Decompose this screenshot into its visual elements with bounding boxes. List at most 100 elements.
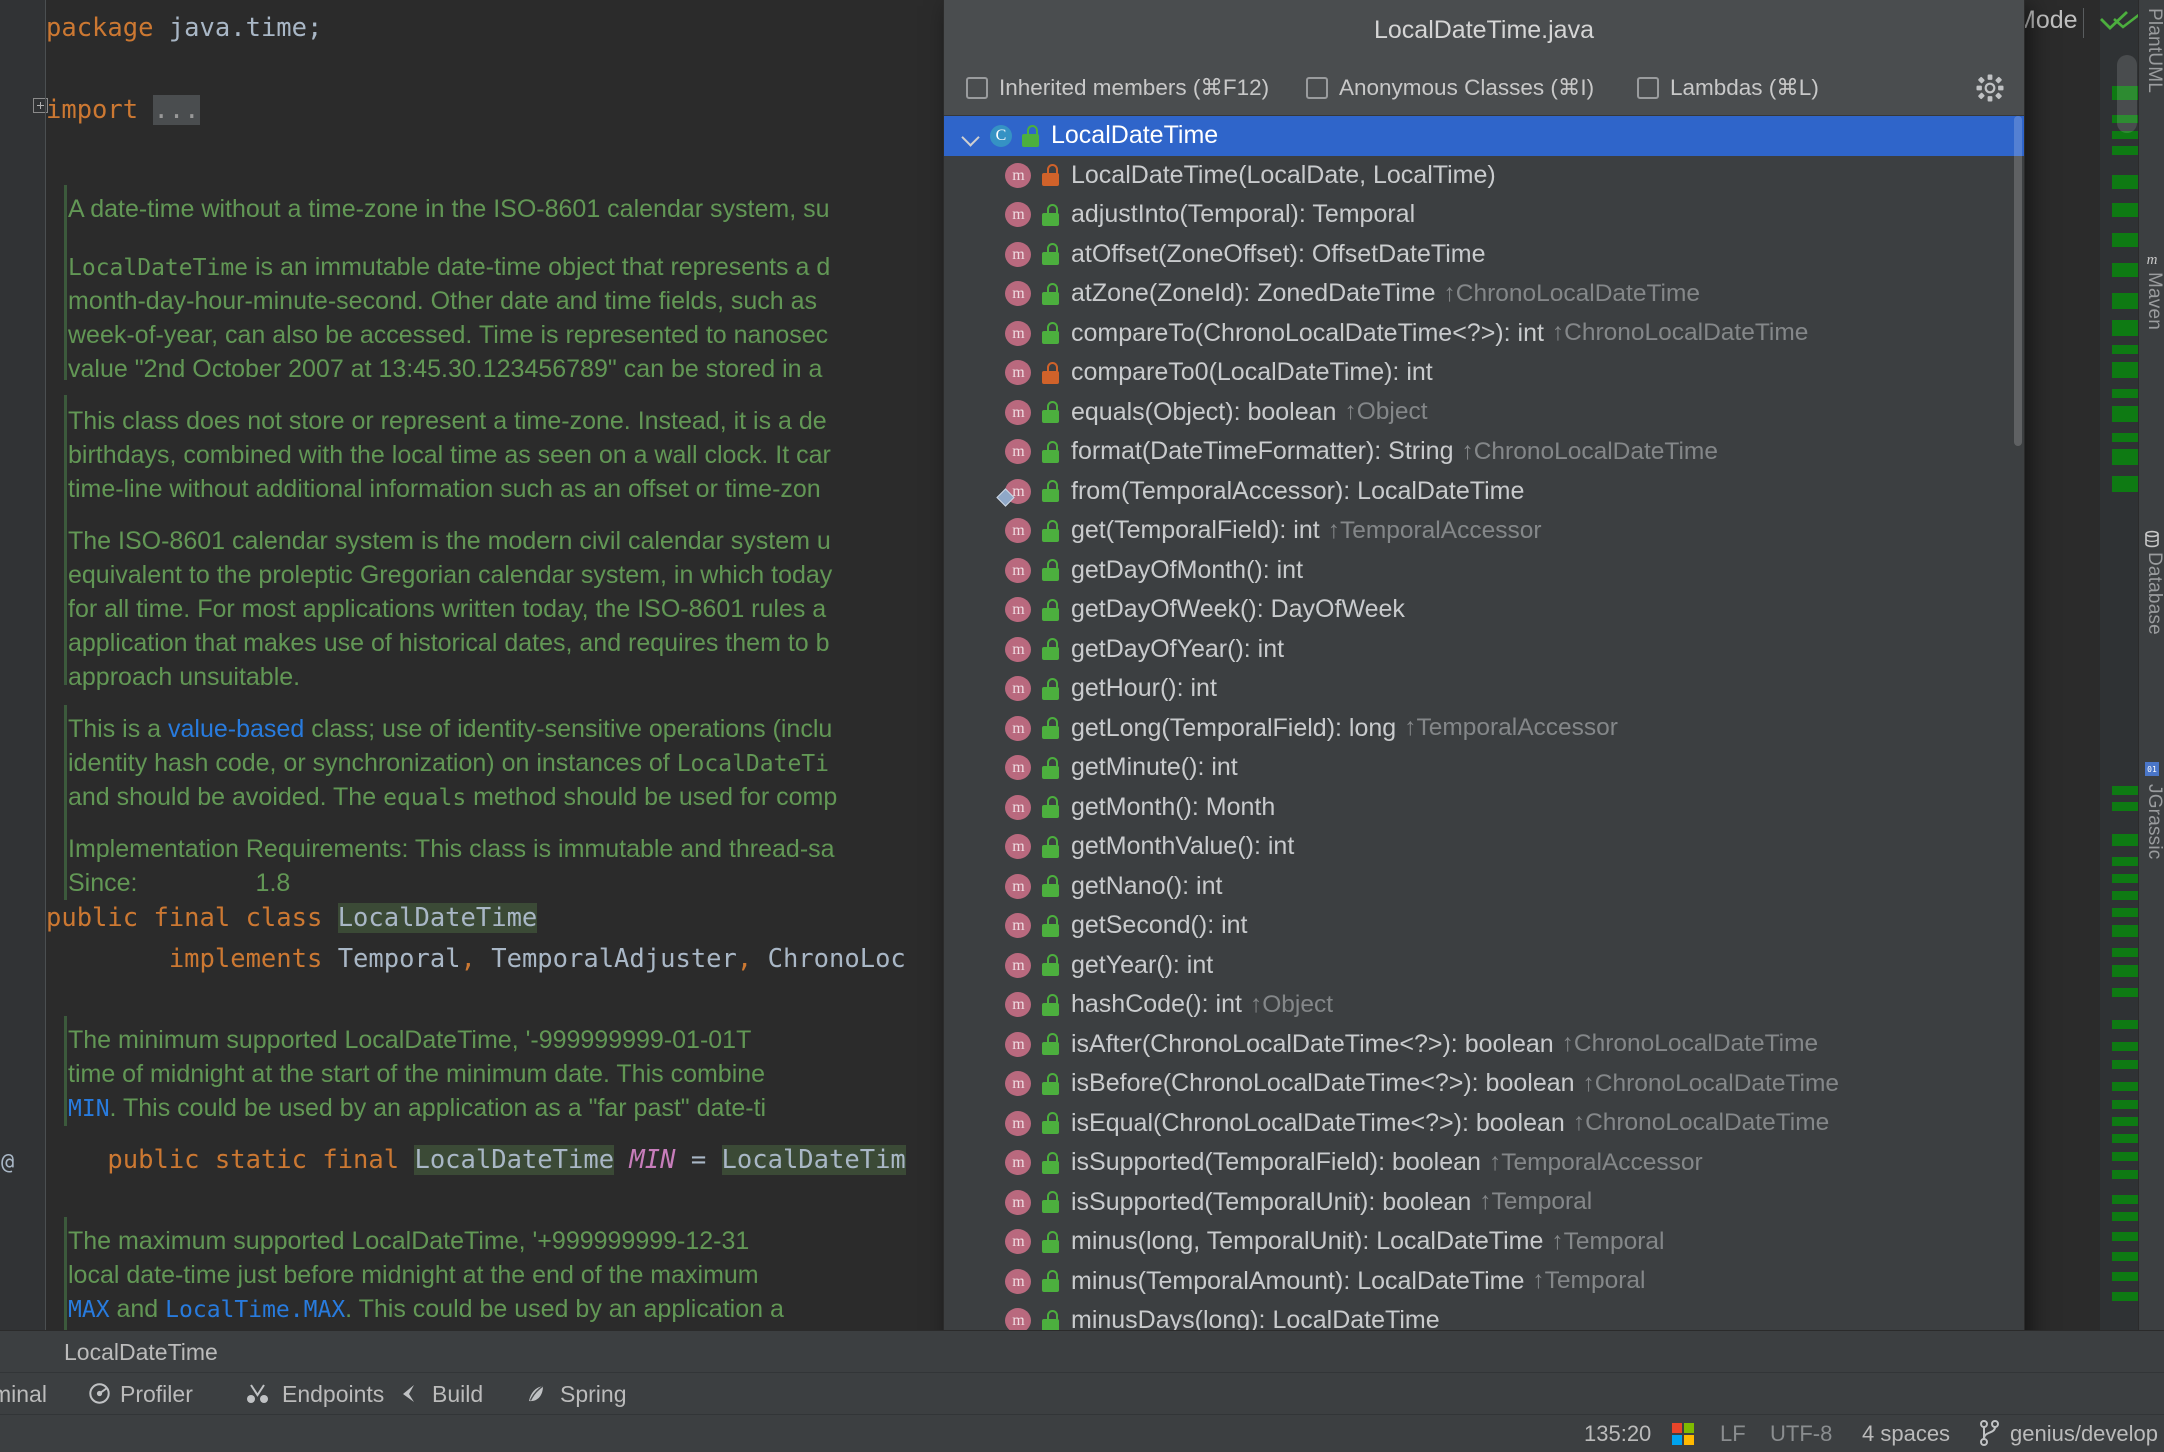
structure-item[interactable]: misEqual(ChronoLocalDateTime<?>): boolea… bbox=[944, 1104, 2024, 1144]
method-icon: m bbox=[1004, 595, 1033, 624]
structure-item[interactable]: mcompareTo0(LocalDateTime): int bbox=[944, 353, 2024, 393]
public-lock-icon bbox=[1041, 875, 1060, 897]
public-lock-icon bbox=[1041, 283, 1060, 305]
structure-item-label: equals(Object): boolean bbox=[1071, 398, 1336, 427]
structure-item-owner: ↑Temporal bbox=[1479, 1188, 1592, 1216]
toolwindow-jgrassic[interactable]: JGrassic bbox=[2139, 784, 2164, 860]
editor-gutter[interactable] bbox=[0, 0, 46, 1330]
checkbox-anonymous-classes[interactable]: Anonymous Classes (⌘I) bbox=[1306, 73, 1594, 103]
public-lock-icon bbox=[1041, 204, 1060, 226]
structure-item[interactable]: mhashCode(): int↑Object bbox=[944, 985, 2024, 1025]
status-bar[interactable]: 135:20 LF UTF-8 4 spaces genius/develop bbox=[0, 1414, 2164, 1452]
public-lock-icon bbox=[1041, 1231, 1060, 1253]
bottom-toolbar[interactable]: minal Profiler Endpoints Build Spring Ev… bbox=[0, 1372, 2164, 1415]
method-icon: m bbox=[1004, 990, 1033, 1019]
inspection-status-icon[interactable] bbox=[2098, 10, 2130, 32]
javadoc-line: MIN. This could be used by an applicatio… bbox=[68, 1091, 766, 1127]
structure-item-label: get(TemporalField): int bbox=[1071, 516, 1320, 545]
structure-item-label: getDayOfWeek(): DayOfWeek bbox=[1071, 595, 1405, 624]
breadcrumb[interactable]: LocalDateTime bbox=[64, 1339, 218, 1366]
javadoc-marker-bar bbox=[64, 1016, 67, 1126]
method-icon: m bbox=[1004, 951, 1033, 980]
windows-logo-icon[interactable] bbox=[1672, 1423, 1694, 1445]
structure-item[interactable]: mgetSecond(): int bbox=[944, 906, 2024, 946]
structure-item[interactable]: misSupported(TemporalField): boolean↑Tem… bbox=[944, 1143, 2024, 1183]
right-toolwindow-strip[interactable]: PlantUML m Maven Database 01 JGrassic bbox=[2138, 0, 2164, 1330]
structure-item[interactable]: matOffset(ZoneOffset): OffsetDateTime bbox=[944, 235, 2024, 275]
toolwindow-plantuml[interactable]: PlantUML bbox=[2139, 8, 2164, 93]
javadoc-line: A date-time without a time-zone in the I… bbox=[68, 192, 830, 227]
structure-item[interactable]: mgetMonthValue(): int bbox=[944, 827, 2024, 867]
structure-item[interactable]: mfrom(TemporalAccessor): LocalDateTime bbox=[944, 472, 2024, 512]
indent-setting[interactable]: 4 spaces bbox=[1862, 1421, 1950, 1447]
structure-tree[interactable]: CLocalDateTimemLocalDateTime(LocalDate, … bbox=[944, 116, 2024, 1383]
structure-item-owner: ↑Object bbox=[1250, 991, 1333, 1019]
structure-item[interactable]: mget(TemporalField): int↑TemporalAccesso… bbox=[944, 511, 2024, 551]
endpoints-icon bbox=[246, 1382, 269, 1405]
structure-item[interactable]: mequals(Object): boolean↑Object bbox=[944, 393, 2024, 433]
popup-scroll-thumb[interactable] bbox=[2014, 116, 2022, 446]
structure-item-label: isSupported(TemporalField): boolean bbox=[1071, 1148, 1481, 1177]
popup-scrollbar[interactable] bbox=[2012, 116, 2024, 1383]
structure-item-owner: ↑TemporalAccessor bbox=[1489, 1149, 1703, 1177]
structure-item[interactable]: m getDayOfWeek(): DayOfWeek bbox=[944, 590, 2024, 630]
structure-tree-root[interactable]: CLocalDateTime bbox=[944, 116, 2024, 156]
structure-item[interactable]: mgetYear(): int bbox=[944, 946, 2024, 986]
toolwindow-maven[interactable]: Maven bbox=[2139, 272, 2164, 330]
gear-icon[interactable] bbox=[1976, 74, 2004, 102]
structure-item[interactable]: mgetMinute(): int bbox=[944, 748, 2024, 788]
structure-item-owner: ↑Temporal bbox=[1532, 1267, 1645, 1295]
structure-item[interactable]: matZone(ZoneId): ZonedDateTime↑ChronoLoc… bbox=[944, 274, 2024, 314]
structure-item[interactable]: misSupported(TemporalUnit): boolean↑Temp… bbox=[944, 1183, 2024, 1223]
checkbox-box[interactable] bbox=[1306, 77, 1328, 99]
method-icon: m bbox=[1004, 358, 1033, 387]
public-lock-icon bbox=[1041, 757, 1060, 779]
file-encoding[interactable]: UTF-8 bbox=[1770, 1421, 1832, 1447]
method-icon: m bbox=[1004, 161, 1033, 190]
structure-item[interactable]: mLocalDateTime(LocalDate, LocalTime) bbox=[944, 156, 2024, 196]
toolwindow-database[interactable]: Database bbox=[2139, 552, 2164, 635]
chevron-down-icon[interactable] bbox=[960, 125, 982, 147]
popup-title: LocalDateTime.java bbox=[944, 0, 2024, 60]
checkbox-box[interactable] bbox=[1637, 77, 1659, 99]
structure-item[interactable]: mminus(TemporalAmount): LocalDateTime↑Te… bbox=[944, 1262, 2024, 1302]
toolwindow-profiler[interactable]: Profiler bbox=[120, 1381, 193, 1408]
checkbox-box[interactable] bbox=[966, 77, 988, 99]
structure-item[interactable]: mgetMonth(): Month bbox=[944, 788, 2024, 828]
public-lock-icon bbox=[1041, 1191, 1060, 1213]
line-separator[interactable]: LF bbox=[1720, 1421, 1746, 1447]
structure-item-owner: ↑ChronoLocalDateTime bbox=[1573, 1109, 1829, 1137]
method-icon: m bbox=[1004, 872, 1033, 901]
toolwindow-endpoints[interactable]: Endpoints bbox=[282, 1381, 384, 1408]
structure-item[interactable]: mminus(long, TemporalUnit): LocalDateTim… bbox=[944, 1222, 2024, 1262]
structure-item[interactable]: mformat(DateTimeFormatter): String↑Chron… bbox=[944, 432, 2024, 472]
popup-filter-toolbar[interactable]: Inherited members (⌘F12) Anonymous Class… bbox=[944, 60, 2024, 116]
method-icon: m bbox=[1004, 319, 1033, 348]
git-branch-label[interactable]: genius/develop bbox=[2010, 1421, 2158, 1447]
file-structure-popup[interactable]: LocalDateTime.java Inherited members (⌘F… bbox=[944, 0, 2024, 1383]
spring-icon bbox=[524, 1382, 547, 1405]
checkbox-lambdas[interactable]: Lambdas (⌘L) bbox=[1637, 73, 1819, 103]
private-lock-icon bbox=[1041, 362, 1060, 384]
toolwindow-terminal[interactable]: minal bbox=[0, 1381, 47, 1408]
editor-scroll-thumb[interactable] bbox=[2117, 55, 2137, 133]
structure-item[interactable]: mcompareTo(ChronoLocalDateTime<?>): int↑… bbox=[944, 314, 2024, 354]
structure-item[interactable]: mgetDayOfMonth(): int bbox=[944, 551, 2024, 591]
toolwindow-build[interactable]: Build bbox=[432, 1381, 483, 1408]
structure-item[interactable]: misAfter(ChronoLocalDateTime<?>): boolea… bbox=[944, 1025, 2024, 1065]
caret-position[interactable]: 135:20 bbox=[1584, 1421, 1651, 1447]
javadoc-line: This class does not store or represent a… bbox=[68, 404, 827, 439]
structure-item[interactable]: mgetNano(): int bbox=[944, 867, 2024, 907]
public-lock-icon bbox=[1041, 599, 1060, 621]
javadoc-line: week-of-year, can also be accessed. Time… bbox=[68, 318, 828, 353]
structure-item[interactable]: misBefore(ChronoLocalDateTime<?>): boole… bbox=[944, 1064, 2024, 1104]
structure-item[interactable]: madjustInto(Temporal): Temporal bbox=[944, 195, 2024, 235]
checkbox-inherited-members[interactable]: Inherited members (⌘F12) bbox=[966, 73, 1269, 103]
structure-item[interactable]: mgetDayOfYear(): int bbox=[944, 630, 2024, 670]
method-icon: m bbox=[1004, 832, 1033, 861]
toolwindow-spring[interactable]: Spring bbox=[560, 1381, 626, 1408]
structure-item[interactable]: mgetLong(TemporalField): long↑TemporalAc… bbox=[944, 709, 2024, 749]
method-icon: m bbox=[1004, 1069, 1033, 1098]
structure-item[interactable]: mgetHour(): int bbox=[944, 669, 2024, 709]
public-lock-icon bbox=[1041, 243, 1060, 265]
